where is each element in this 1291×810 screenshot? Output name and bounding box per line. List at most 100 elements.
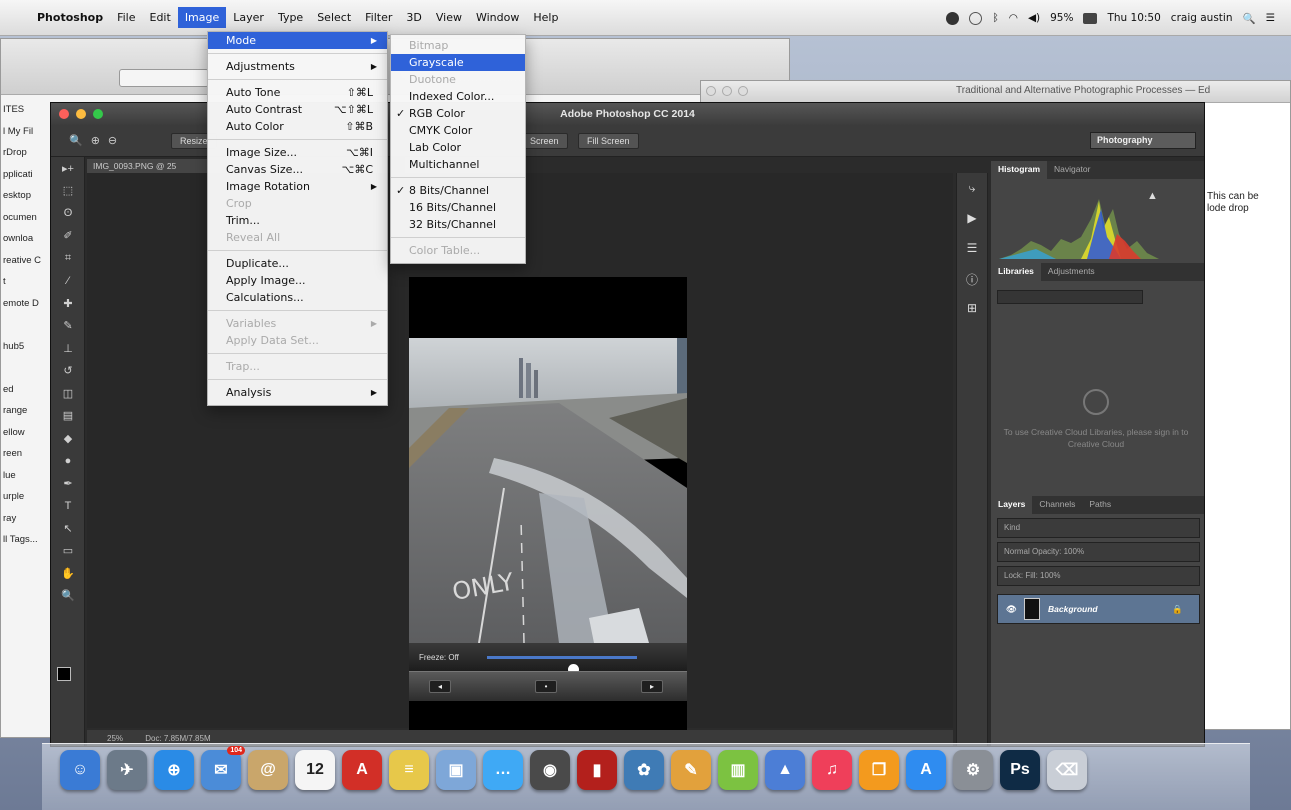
workspace-switcher[interactable]: Photography — [1090, 132, 1196, 149]
finder-sidebar-item[interactable]: pplicati — [1, 164, 56, 186]
brush-tool-icon[interactable]: ✎ — [51, 315, 85, 338]
finder-sidebar-item[interactable]: ocumen — [1, 207, 56, 229]
dock-launchpad-icon[interactable]: ✈ — [107, 750, 147, 790]
view-segmented-control[interactable] — [119, 69, 209, 87]
finder-sidebar-item[interactable]: ray — [1, 508, 56, 530]
tab-paths[interactable]: Paths — [1082, 496, 1118, 514]
gradient-tool-icon[interactable]: ▤ — [51, 405, 85, 428]
zoom-icon[interactable]: 🔍 — [69, 134, 83, 147]
menu-item-indexed-color[interactable]: Indexed Color... — [391, 88, 525, 105]
dock-mail-icon[interactable]: ✉ 104 — [201, 746, 245, 790]
blur-tool-icon[interactable]: ◆ — [51, 427, 85, 450]
menu-item-duplicate[interactable]: Duplicate... — [208, 255, 387, 272]
dock-notes-icon[interactable]: ≡ — [389, 750, 429, 790]
dodge-tool-icon[interactable]: ● — [51, 450, 85, 473]
actions-icon[interactable]: ▶ — [957, 211, 987, 233]
dock-finder-icon[interactable]: ☺ — [60, 750, 100, 790]
menu-item-apply-image[interactable]: Apply Image... — [208, 272, 387, 289]
menu-window[interactable]: Window — [469, 7, 526, 28]
hand-tool-icon[interactable]: ✋ — [51, 562, 85, 585]
finder-sidebar-item[interactable]: reative C — [1, 250, 56, 272]
finder-sidebar-item[interactable]: ITES — [1, 99, 56, 121]
user-name[interactable]: craig austin — [1171, 12, 1233, 24]
dock-pages-icon[interactable]: ✎ — [671, 750, 711, 790]
dock-contacts-icon[interactable]: @ — [248, 750, 288, 790]
properties-icon[interactable]: ☰ — [957, 241, 987, 263]
dock-keynote-icon[interactable]: ▲ — [765, 750, 805, 790]
menu-view[interactable]: View — [429, 7, 469, 28]
dock-safari-icon[interactable]: ⊕ — [154, 750, 194, 790]
menu-app[interactable]: Photoshop — [30, 7, 110, 28]
finder-sidebar-item[interactable]: t — [1, 271, 56, 293]
fill-value[interactable]: 100% — [1040, 571, 1060, 580]
menu-item-multichannel[interactable]: Multichannel — [391, 156, 525, 173]
fill-screen-option[interactable]: Screen — [521, 133, 568, 149]
menu-edit[interactable]: Edit — [143, 7, 178, 28]
history-icon[interactable]: ⤷ — [957, 181, 987, 203]
battery-icon[interactable] — [1083, 12, 1098, 24]
wifi-icon[interactable]: ◠ — [1009, 12, 1018, 24]
creative-cloud-status-icon[interactable] — [946, 11, 960, 25]
healing-tool-icon[interactable]: ✚ — [51, 292, 85, 315]
dock-acrobat-icon[interactable]: A — [342, 750, 382, 790]
pen-tool-icon[interactable]: ✒ — [51, 472, 85, 495]
tab-layers[interactable]: Layers — [991, 496, 1033, 514]
menu-select[interactable]: Select — [310, 7, 358, 28]
menu-item-trim[interactable]: Trim... — [208, 212, 387, 229]
layer-filter-kind[interactable]: Kind — [997, 518, 1200, 538]
finder-sidebar-item[interactable]: rDrop — [1, 142, 56, 164]
path-selection-tool-icon[interactable]: ↖ — [51, 517, 85, 540]
finder-sidebar-item[interactable]: hub5 — [1, 336, 56, 358]
finder-sidebar-item[interactable]: reen — [1, 443, 56, 465]
eraser-tool-icon[interactable]: ◫ — [51, 382, 85, 405]
time-machine-icon[interactable] — [969, 11, 983, 25]
dock-preview-icon[interactable]: ▣ — [436, 750, 476, 790]
finder-sidebar-item[interactable]: ellow — [1, 422, 56, 444]
spotlight-icon[interactable]: 🔍 — [1243, 12, 1256, 25]
dock-photoshop-icon[interactable]: Ps — [1000, 750, 1040, 790]
tab-channels[interactable]: Channels — [1032, 496, 1082, 514]
zoom-out-icon[interactable]: ⊖ — [108, 134, 117, 147]
menu-filter[interactable]: Filter — [358, 7, 399, 28]
rectangle-tool-icon[interactable]: ▭ — [51, 540, 85, 563]
finder-sidebar-item[interactable]: emote D — [1, 293, 56, 315]
finder-sidebar-item[interactable]: range — [1, 400, 56, 422]
dock-photo-booth-icon[interactable]: ▮ — [577, 750, 617, 790]
layer-row[interactable]: 👁 Background 🔒 — [997, 594, 1200, 624]
battery-percent[interactable]: 95% — [1050, 12, 1073, 24]
finder-sidebar-item[interactable]: ownloa — [1, 228, 56, 250]
type-tool-icon[interactable]: T — [51, 495, 85, 518]
zoom-level[interactable]: 25% — [107, 734, 123, 743]
volume-icon[interactable]: ◀) — [1028, 12, 1040, 24]
menu-3d[interactable]: 3D — [399, 7, 428, 28]
menu-item-image-size[interactable]: Image Size... ⌥⌘I — [208, 144, 387, 161]
dock-ibooks-icon[interactable]: ❐ — [859, 750, 899, 790]
menu-item-cmyk-color[interactable]: CMYK Color — [391, 122, 525, 139]
menu-item-rgb-color[interactable]: ✓ RGB Color — [391, 105, 525, 122]
info-icon[interactable]: ⓘ — [957, 271, 987, 293]
library-dropdown[interactable] — [997, 290, 1143, 304]
dock-itunes-icon[interactable]: ♫ — [812, 750, 852, 790]
menu-file[interactable]: File — [110, 7, 142, 28]
move-tool-icon[interactable]: ▸+ — [51, 157, 85, 180]
eyedropper-tool-icon[interactable]: ⁄ — [51, 270, 85, 293]
menu-type[interactable]: Type — [271, 7, 310, 28]
menu-item-grayscale[interactable]: Grayscale — [391, 54, 525, 71]
doc-size[interactable]: Doc: 7.85M/7.85M — [145, 734, 210, 743]
finder-sidebar-item[interactable]: esktop — [1, 185, 56, 207]
clone-stamp-tool-icon[interactable]: ⊥ — [51, 337, 85, 360]
menu-item-auto-contrast[interactable]: Auto Contrast ⌥⇧⌘L — [208, 101, 387, 118]
finder-sidebar-item[interactable]: ll Tags... — [1, 529, 56, 551]
eye-icon[interactable]: 👁 — [1006, 604, 1017, 615]
menu-item-lab-color[interactable]: Lab Color — [391, 139, 525, 156]
marquee-tool-icon[interactable]: ⬚ — [51, 180, 85, 203]
quick-select-tool-icon[interactable]: ✐ — [51, 225, 85, 248]
menu-image[interactable]: Image — [177, 7, 227, 28]
blend-mode-select[interactable]: Normal Opacity: 100% — [997, 542, 1200, 562]
finder-sidebar-item[interactable]: urple — [1, 486, 56, 508]
document-tab[interactable]: IMG_0093.PNG @ 25 — [87, 159, 215, 173]
menu-layer[interactable]: Layer — [226, 7, 271, 28]
tab-histogram[interactable]: Histogram — [991, 161, 1048, 179]
tab-navigator[interactable]: Navigator — [1047, 161, 1097, 179]
menu-item-8-bits[interactable]: ✓ 8 Bits/Channel — [391, 182, 525, 199]
